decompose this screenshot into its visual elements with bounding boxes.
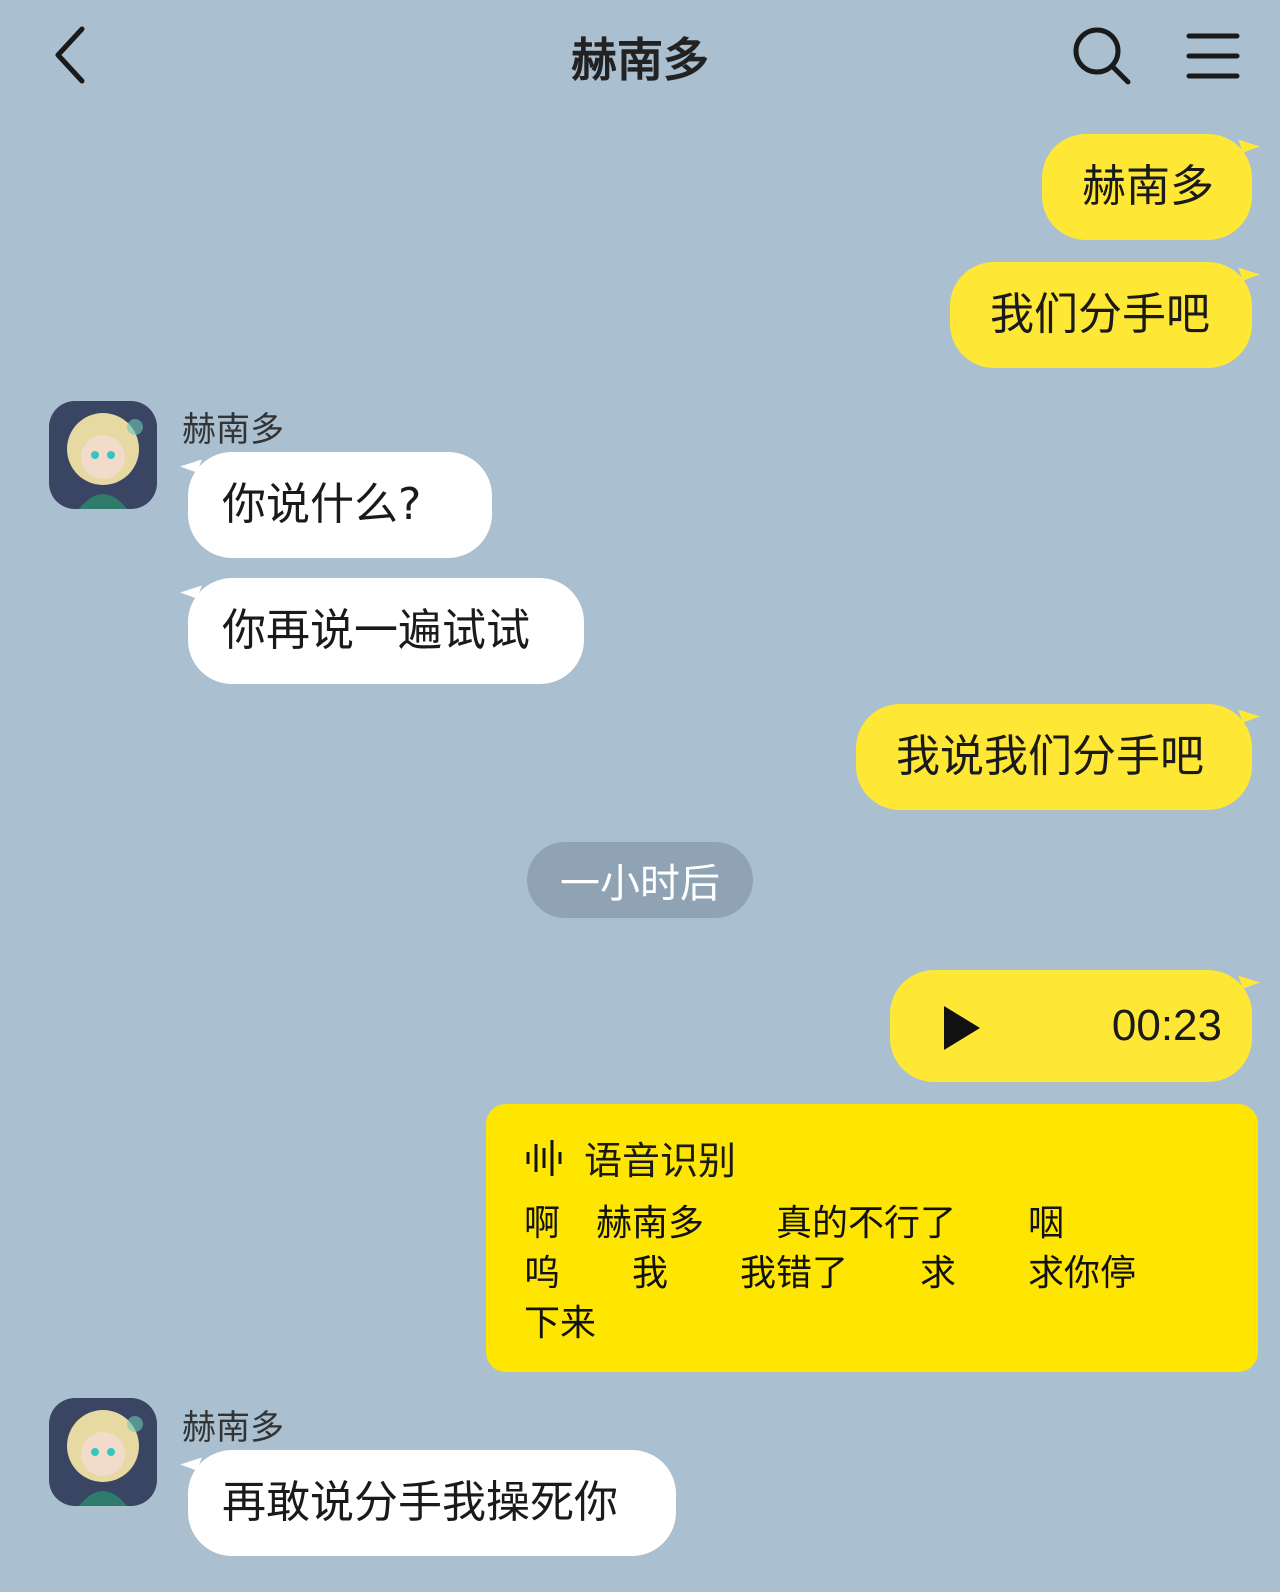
message-text: 你说什么? [222, 479, 422, 530]
message-text: 我说我们分手吧 [896, 731, 1204, 782]
transcript-header: 语音识别 [524, 1130, 1220, 1185]
avatar-image-icon [49, 1398, 157, 1506]
search-icon [1073, 27, 1131, 85]
sender-name: 赫南多 [182, 410, 284, 450]
voice-message[interactable]: 00:23 [890, 970, 1252, 1082]
message-bubble-them[interactable]: 再敢说分手我操死你 [188, 1450, 676, 1556]
message-text: 我们分手吧 [990, 289, 1210, 340]
voice-duration: 00:23 [1111, 1001, 1222, 1050]
menu-icon [1186, 33, 1240, 79]
search-button[interactable] [1070, 24, 1134, 88]
play-icon[interactable] [942, 1004, 982, 1052]
chat-header: 赫南多 [0, 0, 1280, 110]
time-divider: 一小时后 [527, 842, 753, 918]
speech-transcript-panel: 语音识别 啊 赫南多 真的不行了 咽 呜 我 我错了 求 求你停 下来 [486, 1104, 1258, 1372]
message-bubble-them[interactable]: 你说什么? [188, 452, 492, 558]
avatar[interactable] [49, 1398, 157, 1506]
message-text: 赫南多 [1082, 161, 1214, 212]
message-text: 你再说一遍试试 [222, 605, 530, 656]
avatar-image-icon [49, 401, 157, 509]
transcript-title: 语音识别 [584, 1139, 737, 1183]
message-text: 再敢说分手我操死你 [222, 1477, 618, 1528]
sender-name: 赫南多 [182, 1408, 284, 1448]
transcript-text: 啊 赫南多 真的不行了 咽 呜 我 我错了 求 求你停 下来 [524, 1203, 1137, 1344]
avatar[interactable] [49, 401, 157, 509]
message-bubble-me[interactable]: 赫南多 [1042, 134, 1252, 240]
message-bubble-them[interactable]: 你再说一遍试试 [188, 578, 584, 684]
message-bubble-me[interactable]: 我说我们分手吧 [856, 704, 1252, 810]
message-bubble-me[interactable]: 我们分手吧 [950, 262, 1252, 368]
menu-button[interactable] [1185, 28, 1241, 84]
sound-wave-icon [526, 1139, 562, 1176]
